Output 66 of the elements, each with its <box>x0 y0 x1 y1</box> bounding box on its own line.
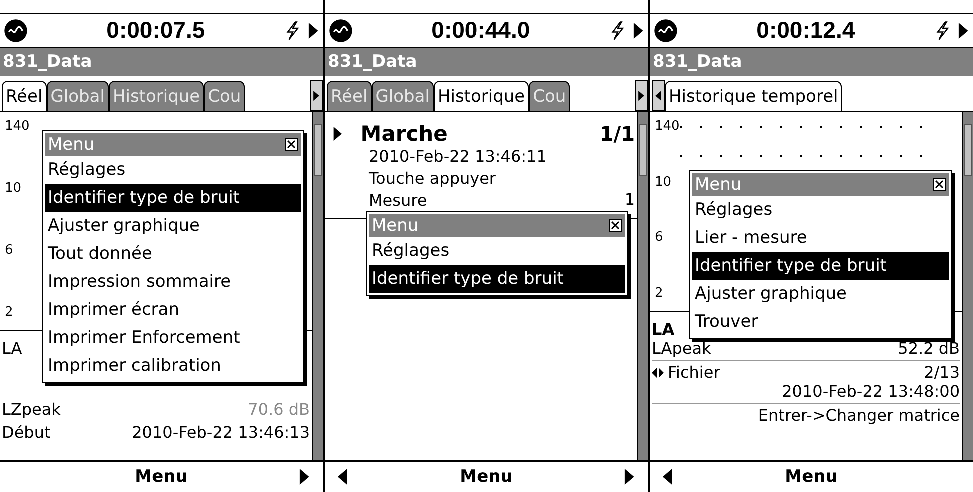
softkey-label[interactable]: Menu <box>24 467 299 487</box>
close-icon[interactable] <box>933 178 946 191</box>
info-text: 2010-Feb-22 13:48:00 <box>782 382 960 401</box>
caret-icon <box>313 90 320 100</box>
elapsed-time: 0:00:12.4 <box>756 17 856 44</box>
close-icon[interactable] <box>285 138 298 151</box>
logo-icon <box>4 18 28 42</box>
play-icon <box>333 127 343 141</box>
reading-label: LA <box>652 320 675 339</box>
play-icon <box>308 22 319 38</box>
reading-value: 70.6 dB <box>248 400 310 419</box>
axis-label: 140 <box>5 120 30 134</box>
reading-value: 52.2 dB <box>898 339 960 358</box>
menu-item[interactable]: Identifier type de bruit <box>45 184 301 212</box>
window-title: 831_Data <box>650 48 973 76</box>
window-title: 831_Data <box>0 48 323 76</box>
logo-icon <box>654 18 678 42</box>
play-icon <box>632 22 644 38</box>
logo-icon <box>329 18 353 42</box>
scrollbar[interactable] <box>312 112 323 460</box>
menu-title: Menu <box>372 216 419 236</box>
reading-label: Fichier <box>668 363 720 382</box>
tab-scroll-right-button[interactable] <box>635 80 648 111</box>
axis-label: 10 <box>5 182 22 196</box>
left-arrow-icon <box>662 469 674 485</box>
event-title: Marche <box>360 122 449 146</box>
elapsed-time: 0:00:44.0 <box>430 17 532 44</box>
tab-scroll-left-button[interactable] <box>652 80 665 111</box>
softkey-label[interactable]: Menu <box>674 467 949 487</box>
event-detail: 2010-Feb-22 13:46:11 <box>368 146 548 168</box>
menu-title: Menu <box>695 174 742 194</box>
axis-label: 140 <box>655 120 680 134</box>
tab[interactable]: Historique temporel <box>665 81 842 111</box>
window-title: 831_Data <box>325 48 648 76</box>
right-arrow-icon <box>624 469 636 485</box>
tab[interactable]: Historique <box>434 81 530 111</box>
menu-item[interactable]: Identifier type de bruit <box>369 265 625 293</box>
elapsed-time: 0:00:07.5 <box>106 17 206 44</box>
reading-label: LApeak <box>652 339 712 358</box>
menu-item[interactable]: Identifier type de bruit <box>692 252 949 280</box>
left-right-arrow-icon <box>652 366 664 378</box>
axis-label: 6 <box>655 231 664 246</box>
axis-label: 2 <box>655 286 664 301</box>
tab[interactable]: Réel <box>2 81 47 111</box>
event-detail: Touche appuyer <box>368 168 497 190</box>
left-arrow-icon <box>337 469 348 485</box>
scrollbar[interactable] <box>962 112 973 460</box>
menu-title: Menu <box>48 134 95 154</box>
reading-value: 2/13 <box>924 363 960 382</box>
softkey-label[interactable]: Menu <box>349 467 624 487</box>
axis-label: 6 <box>5 244 14 258</box>
right-arrow-icon <box>299 469 310 485</box>
info-text: Entrer->Changer matrice <box>758 406 960 425</box>
reading-label: LZpeak <box>2 400 61 419</box>
play-icon <box>958 22 969 38</box>
reading-label: Début <box>2 423 51 442</box>
reading-label: LA <box>2 339 22 358</box>
close-icon[interactable] <box>609 219 622 232</box>
axis-label: 10 <box>655 176 672 190</box>
scrollbar[interactable] <box>637 112 648 460</box>
reading-value: 2010-Feb-22 13:46:13 <box>132 423 310 442</box>
event-count: 1/1 <box>600 122 635 146</box>
event-detail: Mesure <box>368 190 428 212</box>
event-value: 1 <box>624 190 635 211</box>
axis-label: 2 <box>5 306 14 320</box>
tab-scroll-right-button[interactable] <box>310 80 323 111</box>
